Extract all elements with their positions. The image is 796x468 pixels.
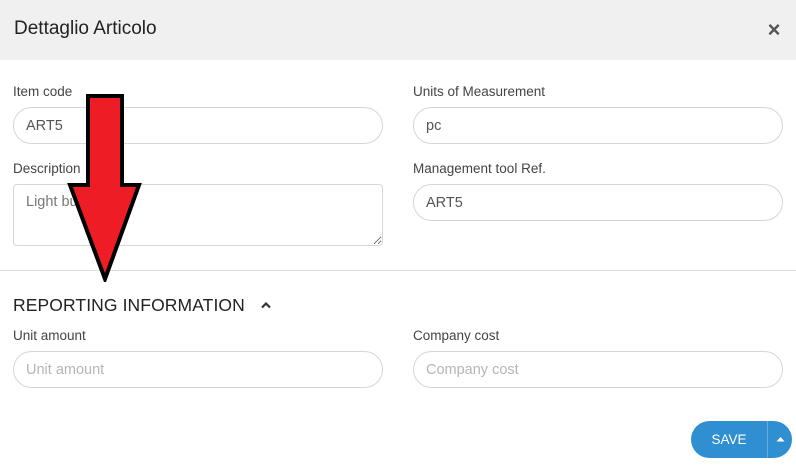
article-detail-modal: Dettaglio Articolo × Item code Units of …	[0, 0, 796, 468]
management-ref-input[interactable]	[413, 184, 783, 221]
management-ref-label: Management tool Ref.	[413, 161, 546, 176]
close-icon[interactable]: ×	[764, 18, 784, 42]
save-button[interactable]: SAVE	[691, 421, 767, 458]
caret-up-icon	[776, 437, 785, 442]
units-input[interactable]	[413, 107, 783, 144]
modal-header: Dettaglio Articolo ×	[0, 0, 796, 60]
company-cost-label: Company cost	[413, 328, 500, 343]
chevron-up-icon[interactable]	[259, 298, 273, 312]
unit-amount-label: Unit amount	[13, 328, 86, 343]
unit-amount-input[interactable]	[13, 351, 383, 388]
company-cost-input[interactable]	[413, 351, 783, 388]
reporting-section-title: REPORTING INFORMATION	[13, 295, 245, 315]
save-split-button[interactable]: SAVE	[691, 421, 792, 458]
save-options-toggle[interactable]	[767, 421, 792, 458]
units-label: Units of Measurement	[413, 84, 546, 99]
annotation-arrow	[67, 94, 142, 282]
modal-title: Dettaglio Articolo	[14, 18, 157, 39]
